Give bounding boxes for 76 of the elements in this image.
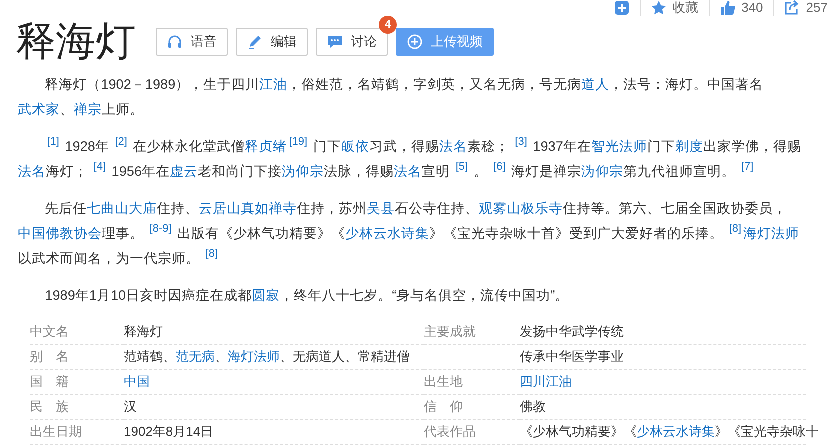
link[interactable]: 海灯法师: [228, 349, 280, 364]
like-count: 340: [742, 0, 764, 16]
paragraph: 释海灯（1902－1989），生于四川江油，俗姓范，名靖鹤，字剑英，又名无病，号无病道人，法号：海灯。中国著名 武术家、禅宗上师。: [18, 76, 765, 119]
link[interactable]: 七曲山大庙: [87, 201, 158, 216]
chat-icon: [327, 34, 343, 50]
link[interactable]: 禅宗: [74, 102, 102, 117]
link[interactable]: 道人: [582, 77, 610, 92]
like-icon[interactable]: [720, 0, 736, 16]
link[interactable]: 智光法师: [591, 139, 648, 154]
citation-link[interactable]: [2]: [115, 136, 128, 148]
field-label: 出生日期: [30, 423, 82, 441]
page-title: 释海灯: [16, 20, 136, 64]
link[interactable]: 少林云水诗集: [346, 226, 430, 241]
field-value: 汉: [124, 399, 137, 414]
citation-link[interactable]: [5]: [456, 161, 468, 173]
discussion-button[interactable]: 讨论: [316, 28, 388, 56]
citation-link[interactable]: [1]: [47, 136, 60, 148]
link[interactable]: 中国佛教协会: [18, 226, 102, 241]
field-value: 《少林气功精要》《少林云水诗集》《宝光寺杂咏十: [520, 424, 819, 439]
link[interactable]: 法名: [394, 164, 422, 179]
link[interactable]: 中国: [124, 374, 150, 389]
citation-link[interactable]: [7]: [741, 161, 754, 173]
headphones-icon: [167, 34, 183, 50]
field-label: 民族: [30, 398, 69, 416]
citation-link[interactable]: [19]: [289, 136, 308, 148]
edit-button[interactable]: 编辑: [236, 28, 308, 56]
field-label: 国籍: [30, 373, 69, 391]
citation-link[interactable]: [3]: [515, 136, 528, 148]
link[interactable]: 法名: [439, 139, 468, 154]
field-value: 释海灯: [124, 324, 163, 339]
count-badge: 4: [379, 16, 397, 34]
field-label: 出生地: [424, 373, 464, 391]
paragraph: 1989年1月10日亥时因癌症在成都圆寂，终年八十七岁。“身与名俱空，流传中国功”。: [44, 287, 570, 305]
plus-icon: [407, 34, 423, 50]
field-label: 别名: [30, 348, 69, 366]
link[interactable]: 海灯法师: [744, 226, 800, 241]
star-count: 收藏: [672, 0, 699, 16]
field-value: 1902年8月14日: [124, 424, 214, 439]
field-value: 发扬中华武学传统: [520, 324, 624, 339]
field-label: 代表作品: [424, 423, 476, 441]
citation-link[interactable]: [4]: [94, 161, 106, 173]
paragraph: 先后任七曲山大庙住持、云居山真如禅寺住持，苏州吴县石公寺住持、观雾山极乐寺住持等。第六、七届全国政协委员， 中国佛教协会理事。 $^{[8-9]}$ 出版有《少林气功精要》《少林云水诗集》《宝光寺杂咏十首》受到广大爱好者的乐捧。 $^{[8]}$海灯法师 以武术而闻名，为一代宗师。 $^{[8]}$: [18, 200, 801, 268]
field-value: 传承中华医学事业: [520, 349, 624, 364]
link[interactable]: 剃度: [675, 139, 704, 154]
link[interactable]: 吴县: [367, 201, 396, 216]
share-count: 257: [806, 0, 828, 16]
link[interactable]: 释贞绪: [245, 139, 288, 154]
share-icon[interactable]: [784, 0, 800, 16]
link[interactable]: 少林云水诗集: [637, 424, 715, 439]
link[interactable]: 皈依: [341, 139, 370, 154]
link[interactable]: 范无病: [176, 349, 215, 364]
add-icon[interactable]: [614, 0, 630, 16]
link[interactable]: 武术家: [18, 102, 60, 117]
link[interactable]: 云居山真如禅寺: [199, 201, 298, 216]
link[interactable]: 观雾山极乐寺: [479, 201, 564, 216]
field-label: 主要成就: [424, 323, 476, 341]
citation-link[interactable]: [8-9]: [150, 223, 172, 235]
upload-video-button[interactable]: 上传视频: [396, 28, 494, 56]
citation-link[interactable]: [8]: [729, 223, 742, 235]
paragraph: $^{[1]}$ 1928年 $^{[2]}$ 在少林永化堂武僧释贞绪$^{[19]}$ 门下皈依习武，得赐法名 素稔； $^{[3]}$ 1937年在智光法师门下剃度出家学佛，得赐 法名海灯； $^{[4]}$ 1956年在虚云老和尚门下接沩仰宗法脉，得赐法名宣明 $^{[5]}$ 。 $^{[6]}$ 海灯是禅宗沩仰宗第九代祖师宣明。 $^{[7]}$: [18, 135, 802, 181]
field-label: 中文名: [30, 323, 70, 341]
link[interactable]: 虚云: [170, 164, 198, 179]
field-value: 佛教: [520, 399, 546, 414]
citation-link[interactable]: [6]: [494, 161, 506, 173]
link[interactable]: 法名: [18, 164, 46, 179]
audio-button[interactable]: 语音: [156, 28, 228, 56]
link[interactable]: 江油: [260, 77, 288, 92]
field-label: 信仰: [424, 398, 463, 416]
link[interactable]: 圆寂: [252, 288, 280, 303]
pencil-icon: [247, 34, 263, 50]
link[interactable]: 沩仰宗: [282, 164, 324, 179]
link[interactable]: 沩仰宗: [582, 164, 624, 179]
link[interactable]: 四川江油: [520, 374, 572, 389]
citation-link[interactable]: [8]: [206, 248, 218, 260]
star-icon[interactable]: [650, 0, 667, 16]
field-value: 范靖鹤、范无病、海灯法师、无病道人、常精进僧: [124, 349, 410, 364]
